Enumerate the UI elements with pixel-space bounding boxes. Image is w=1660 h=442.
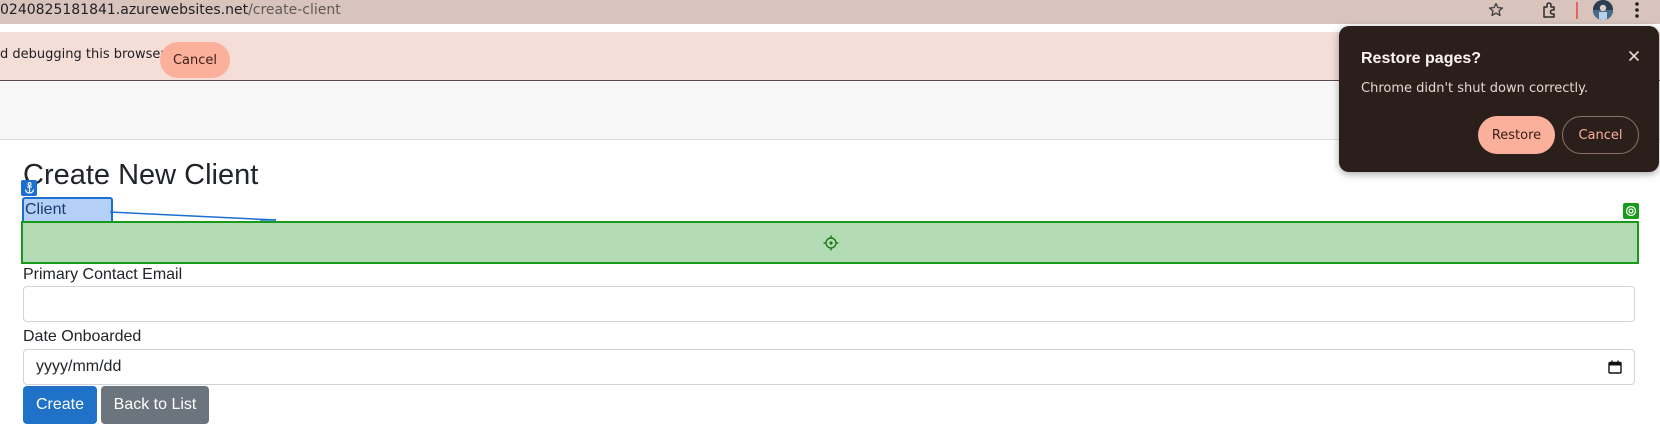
anchor-icon: [21, 180, 37, 196]
client-name-input[interactable]: [21, 221, 1639, 264]
infobar-cancel-button[interactable]: Cancel: [160, 42, 230, 78]
page-title: Create New Client: [23, 159, 259, 191]
restore-button[interactable]: Restore: [1478, 116, 1555, 154]
url-host: 0240825181841.azurewebsites.net: [0, 2, 249, 18]
dialog-message: Chrome didn't shut down correctly.: [1361, 81, 1589, 96]
target-icon: [1623, 203, 1639, 219]
profile-avatar[interactable]: [1593, 0, 1613, 20]
calendar-icon[interactable]: [1608, 360, 1622, 374]
back-to-list-button[interactable]: Back to List: [101, 386, 209, 424]
extensions-icon[interactable]: [1539, 0, 1561, 20]
create-button[interactable]: Create: [23, 386, 97, 424]
star-icon[interactable]: [1486, 0, 1506, 20]
email-label: Primary Contact Email: [23, 266, 183, 283]
dialog-title: Restore pages?: [1361, 50, 1482, 67]
address-bar[interactable]: 0240825181841.azurewebsites.net/create-c…: [0, 0, 1660, 24]
date-placeholder: yyyy/mm/dd: [36, 358, 122, 375]
crosshair-icon: [823, 235, 839, 251]
infobar-message: d debugging this browser: [0, 47, 166, 62]
more-menu-icon[interactable]: [1629, 0, 1645, 20]
restore-pages-dialog: Restore pages? Chrome didn't shut down c…: [1339, 26, 1659, 172]
date-label: Date Onboarded: [23, 328, 142, 345]
toolbar-separator: [1576, 2, 1578, 19]
dialog-cancel-button[interactable]: Cancel: [1562, 116, 1639, 154]
date-onboarded-input[interactable]: yyyy/mm/dd: [23, 349, 1635, 385]
url-text[interactable]: 0240825181841.azurewebsites.net/create-c…: [0, 2, 341, 18]
url-path: /create-client: [248, 2, 341, 18]
close-icon[interactable]: [1622, 44, 1646, 68]
email-input[interactable]: [23, 286, 1635, 322]
